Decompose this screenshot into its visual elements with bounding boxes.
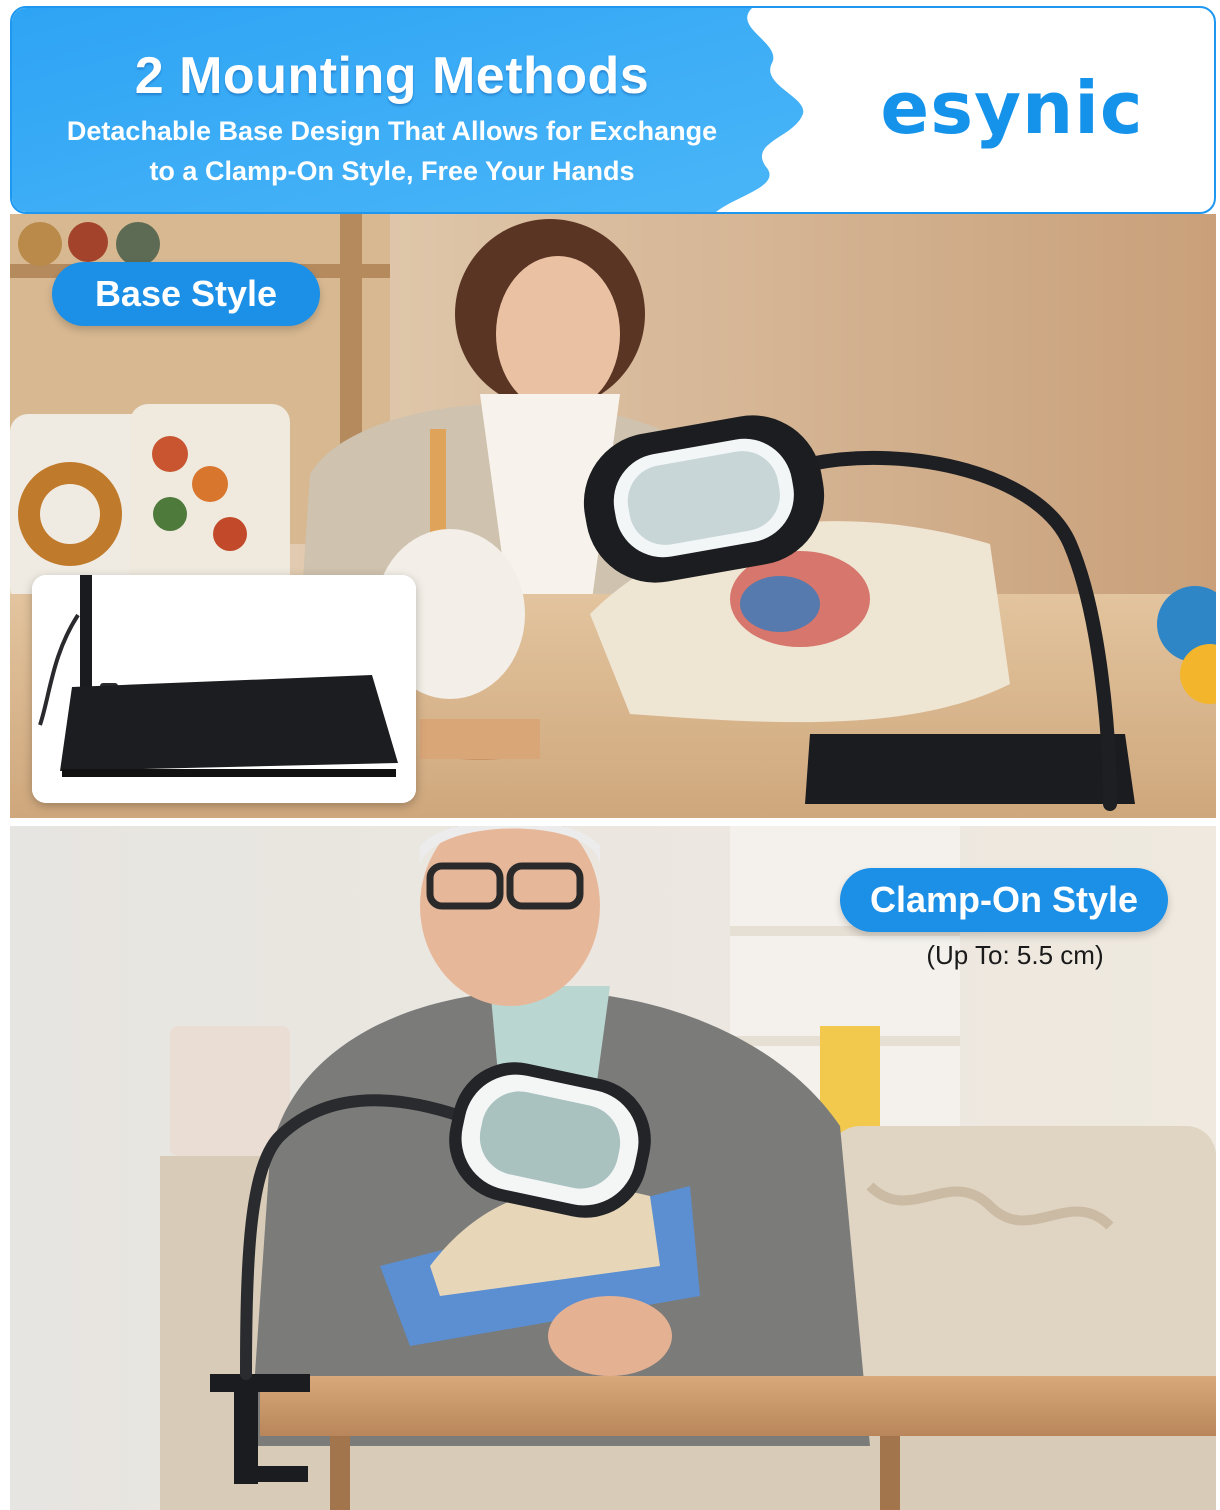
subheadline-line-1: Detachable Base Design That Allows for E…	[66, 116, 718, 146]
clamp-on-style-label: Clamp-On Style	[840, 868, 1168, 932]
base-stand-illustration	[32, 575, 416, 803]
clamp-capacity-note: (Up To: 5.5 cm)	[926, 940, 1104, 970]
subheadline-line-2: to a Clamp-On Style, Free Your Hands	[149, 156, 635, 186]
brand-logo: esynic	[880, 66, 1144, 150]
base-stand-inset-photo	[32, 575, 416, 803]
base-style-label: Base Style	[52, 262, 320, 326]
headline: 2 Mounting Methods	[134, 47, 650, 105]
header-banner: 2 Mounting Methods Detachable Base Desig…	[10, 6, 1216, 214]
